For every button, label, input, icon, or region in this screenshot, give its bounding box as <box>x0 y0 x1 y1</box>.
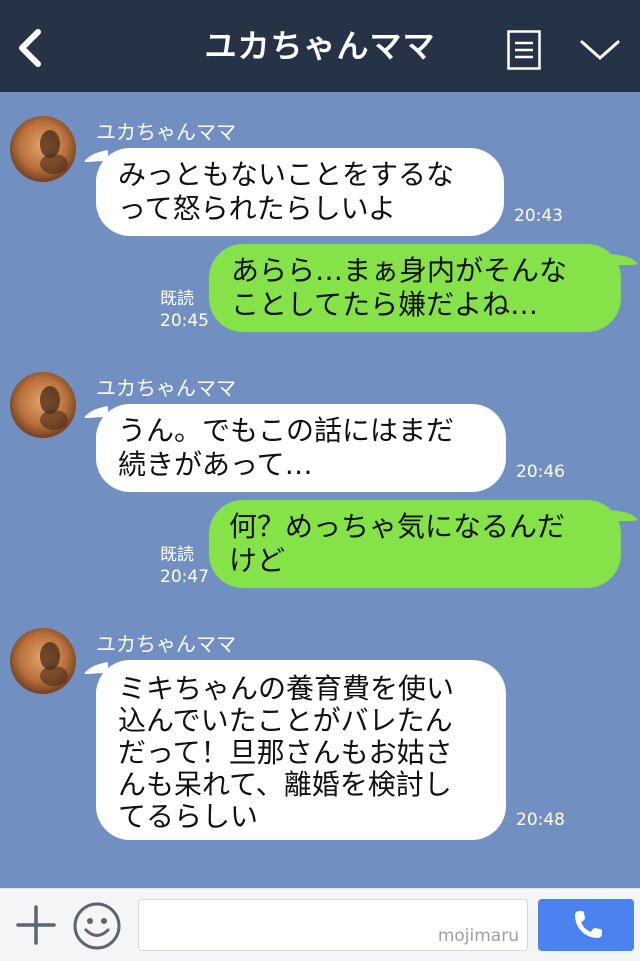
chat-header: ユカちゃんママ <box>0 0 640 92</box>
message-line: ミキちゃんの養育費を使い <box>118 672 455 705</box>
message-time: 20:46 <box>516 462 565 482</box>
chat-input-bar: mojimaru <box>0 888 640 961</box>
call-button[interactable] <box>538 899 634 951</box>
message-time: 20:48 <box>516 810 565 830</box>
message-line: うん。でもこの話にはまだ <box>118 414 455 447</box>
bubble-tail <box>612 510 638 522</box>
read-receipt: 既読 <box>160 289 194 309</box>
message-bubble[interactable]: 何？めっちゃ気になるんだ けど <box>209 500 621 588</box>
message-line: けど <box>229 544 286 577</box>
message-input-box: mojimaru <box>138 899 528 951</box>
message-row-incoming: ユカちゃんママ ミキちゃんの養育費を使い 込んでいたことがバレたん だって！旦那… <box>0 622 640 852</box>
message-bubble[interactable]: ミキちゃんの養育費を使い 込んでいたことがバレたん だって！旦那さんもお姑さ ん… <box>96 660 506 840</box>
message-line: 何？めっちゃ気になるんだ <box>229 510 566 543</box>
avatar[interactable] <box>10 628 76 694</box>
smiley-icon[interactable] <box>72 901 122 951</box>
message-bubble[interactable]: みっともないことをするな って怒られたらしいよ <box>96 148 504 236</box>
message-line: だって！旦那さんもお姑さ <box>118 736 453 769</box>
bubble-tail <box>612 254 638 266</box>
message-line: んも呆れて、離婚を検討し <box>118 768 452 801</box>
sender-name: ユカちゃんママ <box>96 120 236 144</box>
message-row-outgoing: 既読 20:47 何？めっちゃ気になるんだ けど <box>0 496 640 596</box>
message-line: てるらしい <box>118 800 259 833</box>
message-time: 20:43 <box>514 206 563 226</box>
avatar[interactable] <box>10 372 76 438</box>
message-line: って怒られたらしいよ <box>118 192 397 225</box>
message-line: 続きがあって… <box>118 448 313 481</box>
message-line: あらら…まぁ身内がそんな <box>231 254 568 287</box>
sender-name: ユカちゃんママ <box>96 632 236 656</box>
message-line: みっともないことをするな <box>118 158 455 191</box>
message-bubble[interactable]: あらら…まぁ身内がそんな ことしてたら嫌だよね… <box>209 244 621 332</box>
plus-icon[interactable] <box>14 903 58 947</box>
menu-list-icon[interactable] <box>507 30 541 70</box>
message-time: 20:45 <box>160 311 209 331</box>
message-time: 20:47 <box>160 567 209 587</box>
avatar[interactable] <box>10 116 76 182</box>
message-bubble[interactable]: うん。でもこの話にはまだ 続きがあって… <box>96 404 506 492</box>
chevron-down-icon[interactable] <box>578 34 622 66</box>
chat-title: ユカちゃんママ <box>204 27 436 65</box>
watermark: mojimaru <box>437 926 519 946</box>
phone-icon <box>575 911 602 938</box>
message-row-incoming: ユカちゃんママ うん。でもこの話にはまだ 続きがあって… 20:46 <box>0 366 640 496</box>
message-line: ことしてたら嫌だよね… <box>231 288 539 321</box>
message-line: 込んでいたことがバレたん <box>118 704 453 737</box>
read-receipt: 既読 <box>160 545 194 565</box>
sender-name: ユカちゃんママ <box>96 376 236 400</box>
message-row-incoming: ユカちゃんママ みっともないことをするな って怒られたらしいよ 20:43 <box>0 110 640 240</box>
message-row-outgoing: 既読 20:45 あらら…まぁ身内がそんな ことしてたら嫌だよね… <box>0 240 640 340</box>
